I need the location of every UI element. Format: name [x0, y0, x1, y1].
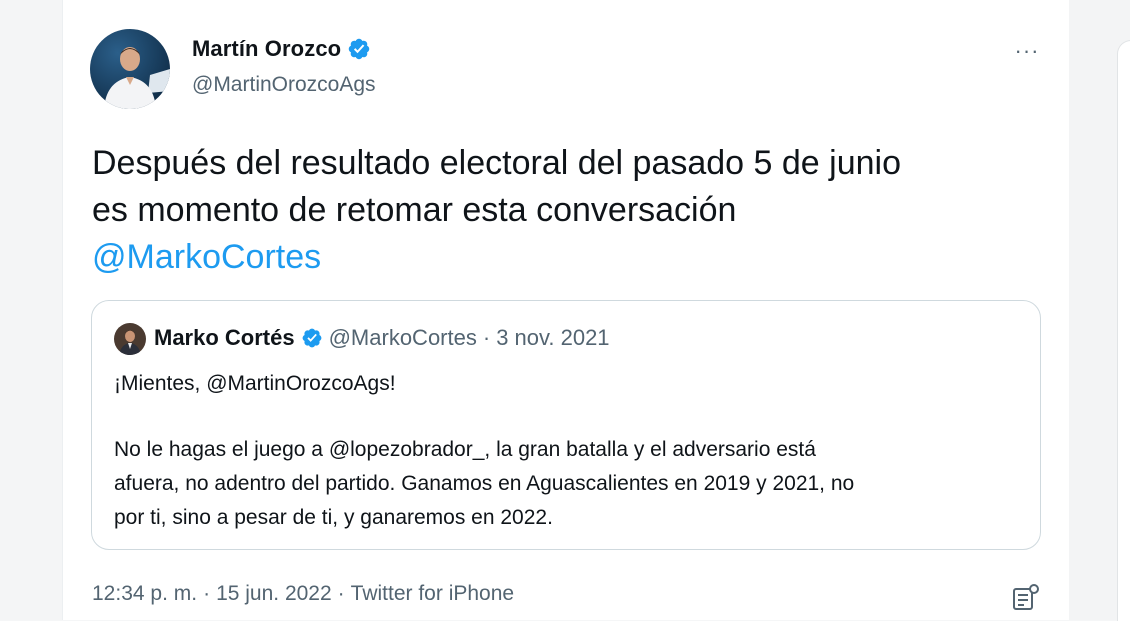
tweet-time[interactable]: 12:34 p. m. [92, 582, 197, 606]
quoted-tweet-body: ¡Mientes, @MartinOrozcoAgs! No le hagas … [114, 367, 1014, 535]
sidebar-panel-edge [1117, 40, 1130, 621]
tweet-text-line-2: es momento de retomar esta conversación [92, 191, 737, 229]
author-display-name[interactable]: Martín Orozco [192, 36, 341, 62]
quoted-tweet-header: Marko Cortés @MarkoCortes · 3 nov. 2021 [154, 325, 610, 351]
tweet-date[interactable]: 15 jun. 2022 [216, 582, 332, 606]
author-name-row: Martín Orozco [192, 36, 371, 62]
verified-badge-icon [348, 38, 370, 60]
tweet-text-line-1: Después del resultado electoral del pasa… [92, 144, 901, 182]
tweet-text: Después del resultado electoral del pasa… [92, 140, 1052, 281]
quoted-separator: · [482, 325, 491, 350]
more-options-button[interactable]: ··· [1012, 36, 1042, 66]
author-handle[interactable]: @MartinOrozcoAgs [192, 73, 376, 97]
quoted-paragraph-2-line-1: No le hagas el juego a @lopezobrador_, l… [114, 438, 816, 461]
quoted-paragraph-2-line-2: afuera, no adentro del partido. Ganamos … [114, 472, 855, 495]
quoted-date: 3 nov. 2021 [496, 325, 610, 350]
profile-photo-icon [90, 29, 170, 109]
meta-separator-1: · [203, 582, 211, 605]
tweet-meta: 12:34 p. m. · 15 jun. 2022 · Twitter for… [92, 582, 514, 606]
meta-separator-2: · [337, 582, 345, 605]
tweet-source[interactable]: Twitter for iPhone [351, 582, 514, 606]
quoted-profile-photo-icon [114, 323, 146, 355]
tweet-analytics-button[interactable] [1010, 582, 1042, 612]
author-avatar[interactable] [90, 29, 170, 109]
quoted-author-avatar [114, 323, 146, 355]
right-sidebar-strip [1069, 0, 1130, 621]
quoted-paragraph-2-line-3: por ti, sino a pesar de ti, y ganaremos … [114, 506, 553, 529]
analytics-icon [1013, 584, 1039, 610]
quoted-tweet[interactable]: Marko Cortés @MarkoCortes · 3 nov. 2021 … [91, 300, 1041, 550]
quoted-paragraph-1: ¡Mientes, @MartinOrozcoAgs! [114, 372, 396, 395]
left-gutter [0, 0, 62, 620]
quoted-verified-badge-icon [302, 328, 321, 348]
quoted-display-name: Marko Cortés [154, 325, 295, 350]
tweet-mention-link[interactable]: @MarkoCortes [92, 234, 1052, 281]
quoted-handle: @MarkoCortes [328, 325, 477, 350]
